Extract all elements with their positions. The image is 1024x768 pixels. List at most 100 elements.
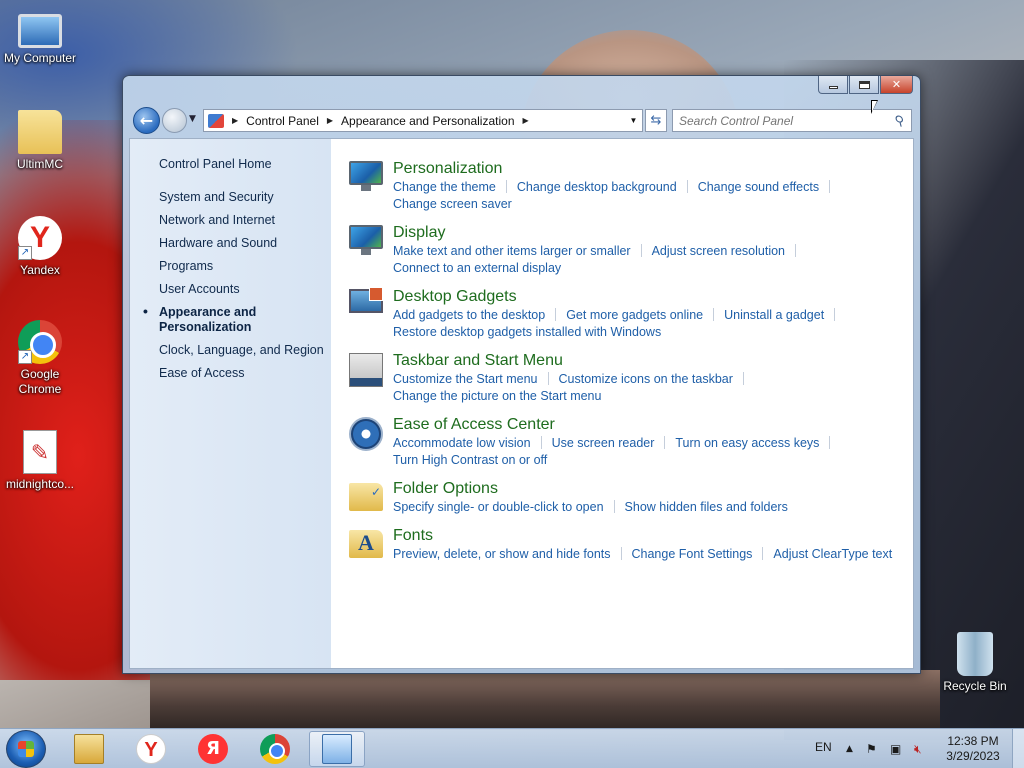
recent-pages-button[interactable]: ▼ (189, 114, 196, 124)
search-icon[interactable]: ⚲ (896, 113, 906, 129)
taskbar-item-windows-explorer[interactable] (61, 731, 117, 767)
sidebar-item-programs[interactable]: Programs (130, 255, 331, 278)
task-link[interactable]: Change desktop background (517, 179, 677, 196)
chrome-icon: ↗ (18, 320, 62, 364)
sidebar-item-user-accounts[interactable]: User Accounts (130, 278, 331, 301)
link-divider (829, 180, 831, 193)
task-link[interactable]: Change screen saver (393, 196, 512, 213)
taskbar-item-yandex-browser[interactable] (123, 731, 179, 767)
taskbar-icon[interactable] (349, 353, 383, 387)
sidebar-item-ease-of-access[interactable]: Ease of Access (130, 362, 331, 385)
action-center-flag-icon[interactable]: ⚑ (866, 742, 877, 756)
category-title[interactable]: Display (393, 223, 913, 243)
volume-muted-icon[interactable]: 🔇︎ (914, 742, 922, 757)
desktop-icon-ultimmc[interactable]: UltimMC (0, 110, 80, 172)
category-folder-options: Folder Options Specify single- or double… (349, 479, 913, 516)
taskbar-item-google-chrome[interactable] (247, 731, 303, 767)
category-title[interactable]: Fonts (393, 526, 913, 546)
window-controls: ✕ (818, 76, 913, 94)
task-link[interactable]: Change the picture on the Start menu (393, 388, 601, 405)
show-hidden-icons-button[interactable]: ▲ (846, 744, 853, 754)
desktop-icon-label: Yandex (20, 263, 60, 277)
sidebar-item-control-panel-home[interactable]: Control Panel Home (130, 153, 331, 176)
yandex-icon (198, 734, 228, 764)
task-link[interactable]: Change Font Settings (632, 546, 753, 563)
desktop-icon-label: Recycle Bin (943, 679, 1007, 693)
category-title[interactable]: Ease of Access Center (393, 415, 913, 435)
task-link[interactable]: Turn High Contrast on or off (393, 452, 547, 469)
task-link[interactable]: Get more gadgets online (566, 307, 703, 324)
desktop-icon-google-chrome[interactable]: ↗ Google Chrome (0, 320, 80, 397)
file-icon (23, 430, 57, 474)
control-panel-window: ✕ ← ▼ ▶ Control Panel ▶ Appearance and P… (122, 75, 921, 674)
chevron-right-icon[interactable]: ▶ (232, 116, 238, 125)
taskbar-item-control-panel[interactable] (309, 731, 365, 767)
gadgets-icon[interactable] (349, 287, 383, 313)
close-icon: ✕ (891, 78, 902, 91)
desktop-icon-midnightco[interactable]: midnightco... (0, 430, 80, 492)
task-link[interactable]: Change sound effects (698, 179, 819, 196)
show-desktop-button[interactable] (1012, 729, 1024, 768)
folder-icon (18, 110, 62, 154)
address-dropdown-button[interactable]: ▼ (624, 116, 642, 125)
language-indicator[interactable]: EN (815, 740, 832, 754)
personalization-icon[interactable] (349, 161, 383, 191)
task-link[interactable]: Preview, delete, or show and hide fonts (393, 546, 611, 563)
category-taskbar-start-menu: Taskbar and Start Menu Customize the Sta… (349, 351, 913, 405)
chevron-right-icon[interactable]: ▶ (523, 116, 529, 125)
task-link[interactable]: Use screen reader (552, 435, 655, 452)
category-title[interactable]: Taskbar and Start Menu (393, 351, 913, 371)
task-link[interactable]: Customize icons on the taskbar (559, 371, 733, 388)
task-link[interactable]: Connect to an external display (393, 260, 561, 277)
task-link[interactable]: Customize the Start menu (393, 371, 538, 388)
content-area: Control Panel Home System and Security N… (129, 138, 914, 669)
sidebar-item-hardware-and-sound[interactable]: Hardware and Sound (130, 232, 331, 255)
start-button[interactable] (6, 730, 46, 768)
task-link[interactable]: Make text and other items larger or smal… (393, 243, 631, 260)
refresh-button[interactable]: ⇆ (645, 109, 667, 132)
category-ease-of-access-center: Ease of Access Center Accommodate low vi… (349, 415, 913, 469)
task-link[interactable]: Adjust ClearType text (773, 546, 892, 563)
address-bar[interactable]: ▶ Control Panel ▶ Appearance and Persona… (203, 109, 643, 132)
task-link[interactable]: Restore desktop gadgets installed with W… (393, 324, 661, 341)
task-link[interactable]: Accommodate low vision (393, 435, 531, 452)
sidebar-item-clock-language-region[interactable]: Clock, Language, and Region (130, 339, 331, 362)
search-input[interactable] (679, 113, 879, 128)
breadcrumb-appearance[interactable]: Appearance and Personalization (341, 114, 514, 128)
sidebar-item-system-and-security[interactable]: System and Security (130, 186, 331, 209)
link-divider (613, 500, 615, 513)
desktop-icon-recycle-bin[interactable]: Recycle Bin (935, 632, 1015, 694)
desktop-icon-my-computer[interactable]: My Computer (0, 8, 80, 66)
close-button[interactable]: ✕ (880, 76, 913, 94)
network-icon[interactable]: ▣ (890, 742, 901, 756)
task-link[interactable]: Show hidden files and folders (625, 499, 788, 516)
category-title[interactable]: Desktop Gadgets (393, 287, 913, 307)
link-divider (762, 547, 764, 560)
desktop-icon-yandex[interactable]: ↗ Yandex (0, 216, 80, 278)
task-link[interactable]: Turn on easy access keys (675, 435, 819, 452)
maximize-button[interactable] (849, 76, 879, 94)
task-link[interactable]: Adjust screen resolution (652, 243, 785, 260)
display-icon[interactable] (349, 225, 383, 255)
sidebar-item-appearance-and-personalization[interactable]: Appearance and Personalization (130, 301, 331, 339)
category-title[interactable]: Personalization (393, 159, 913, 179)
minimize-button[interactable] (818, 76, 848, 94)
category-title[interactable]: Folder Options (393, 479, 913, 499)
task-link[interactable]: Add gadgets to the desktop (393, 307, 545, 324)
taskbar-item-yandex[interactable] (185, 731, 241, 767)
clock[interactable]: 12:38 PM 3/29/2023 (940, 734, 1006, 764)
desktop-icon-label: UltimMC (17, 157, 63, 171)
task-link[interactable]: Specify single- or double-click to open (393, 499, 604, 516)
breadcrumb-control-panel[interactable]: Control Panel (246, 114, 319, 128)
clock-time: 12:38 PM (947, 734, 999, 748)
ease-of-access-icon[interactable] (349, 417, 383, 451)
task-link[interactable]: Change the theme (393, 179, 496, 196)
sidebar-item-network-and-internet[interactable]: Network and Internet (130, 209, 331, 232)
folder-options-icon[interactable] (349, 483, 383, 511)
taskbar: EN ▲ ⚑ ▣ 🔇︎ 12:38 PM 3/29/2023 (0, 728, 1024, 768)
forward-button[interactable] (162, 108, 187, 133)
back-button[interactable]: ← (133, 107, 160, 134)
chevron-right-icon[interactable]: ▶ (327, 116, 333, 125)
task-link[interactable]: Uninstall a gadget (724, 307, 824, 324)
fonts-icon[interactable] (349, 530, 383, 558)
